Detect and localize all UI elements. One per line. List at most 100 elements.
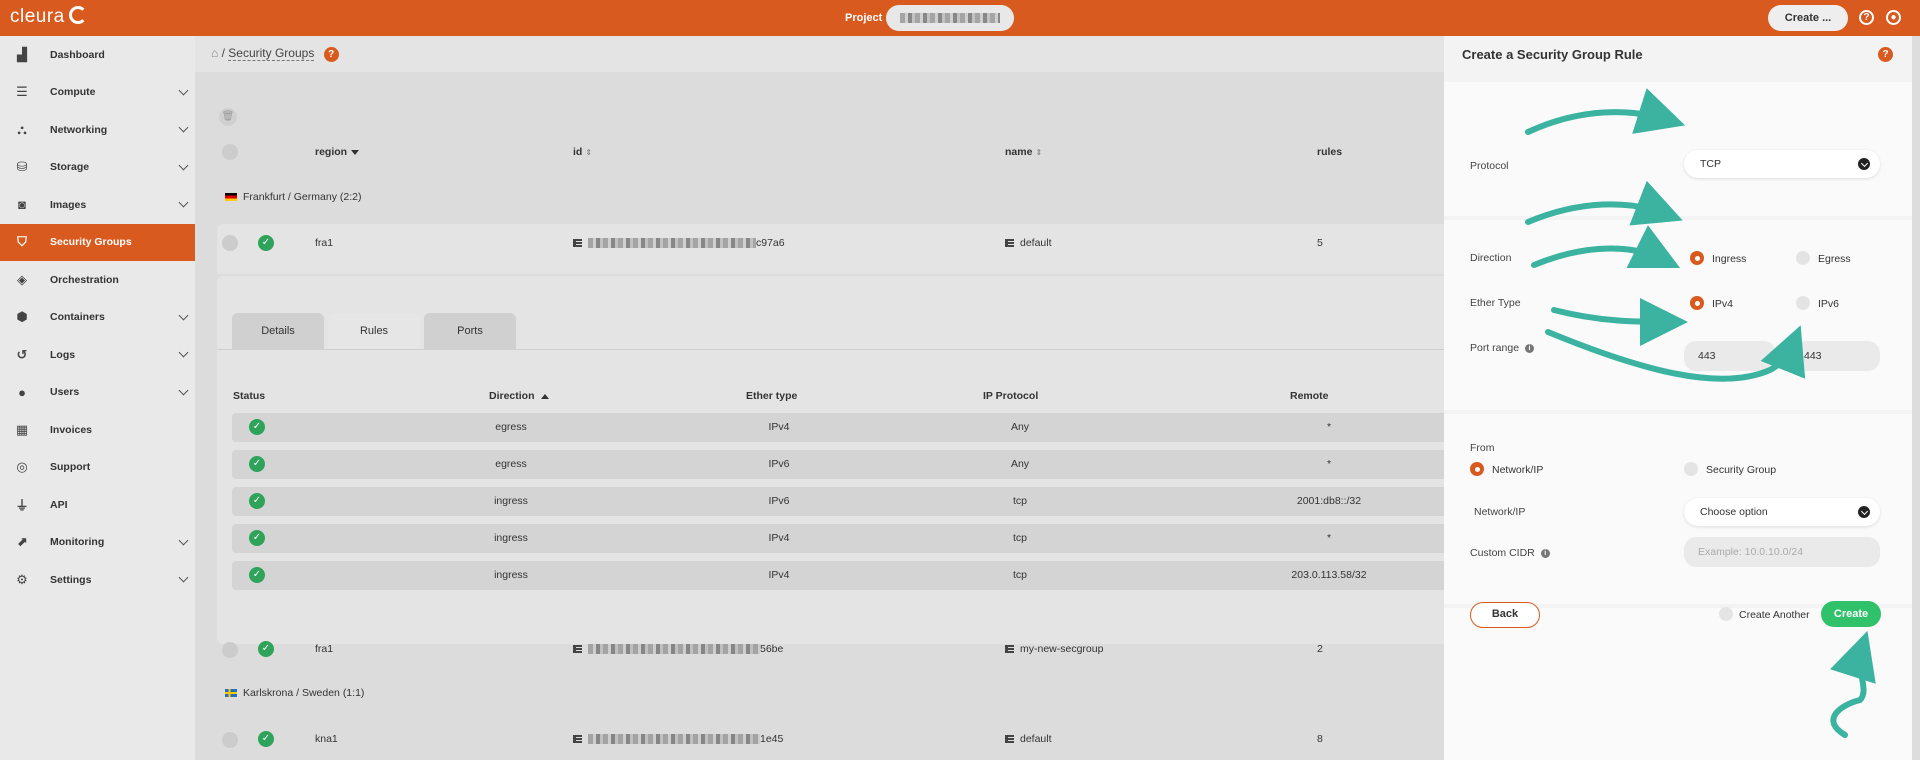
sidebar-item-security-groups[interactable]: ⛉ Security Groups [0,223,195,261]
group-header-frankfurt[interactable]: Frankfurt / Germany (2:2) [225,191,361,203]
sidebar-item-label: Networking [50,123,108,136]
create-another-label[interactable]: Create Another [1739,609,1810,621]
user-icon[interactable]: ● [1886,10,1901,25]
chevron-down-icon[interactable] [178,385,189,395]
plug-icon: ⏚ [15,498,29,514]
sidebar-item-invoices[interactable]: ▦ Invoices [0,411,195,449]
ether-ipv4-label[interactable]: IPv4 [1712,298,1733,310]
panel-scrollbar[interactable] [1912,36,1920,760]
row-id[interactable]: 1e45 [573,733,783,745]
ether-ipv6-label[interactable]: IPv6 [1818,298,1839,310]
from-security-group-label[interactable]: Security Group [1706,464,1776,476]
direction-egress-radio[interactable] [1796,251,1810,265]
help-icon[interactable]: ? [1878,47,1893,62]
rule-ip-protocol: Any [1010,421,1030,433]
row-select-checkbox[interactable] [222,235,238,251]
column-header-region[interactable]: region [315,146,360,158]
chevron-down-icon[interactable] [178,347,189,358]
cleura-logo[interactable]: cleura [10,6,87,28]
direction-ingress-label[interactable]: Ingress [1712,253,1746,265]
sidebar-item-orchestration[interactable]: ◈ Orchestration [0,261,195,299]
row-name[interactable]: default [1005,237,1052,249]
rule-row[interactable] [232,450,1452,479]
chevron-down-icon[interactable] [178,572,189,583]
sidebar-item-settings[interactable]: ⚙ Settings [0,561,195,599]
info-icon[interactable]: i [1525,343,1535,353]
tab-details[interactable]: Details [232,313,324,349]
column-header-rules[interactable]: rules [1317,146,1342,158]
home-icon[interactable]: ⌂ [211,46,218,60]
page-title[interactable]: Security Groups [228,46,315,61]
breadcrumb: ⌂ / Security Groups ? [211,46,339,62]
direction-section: Direction Ingress Egress Ether Type IPv4… [1444,220,1912,410]
create-button[interactable]: Create [1821,601,1881,627]
divider [217,349,1457,350]
ether-ipv6-radio[interactable] [1796,296,1810,310]
row-id[interactable]: c97a6 [573,237,785,249]
from-network-radio[interactable] [1470,462,1484,476]
sidebar-item-users[interactable]: ● Users [0,374,195,412]
sidebar-item-images[interactable]: ◙ Images [0,186,195,224]
create-menu-button[interactable]: Create ... [1768,5,1848,31]
sidebar-item-storage[interactable]: ⛁ Storage [0,149,195,187]
row-name[interactable]: my-new-secgroup [1005,643,1103,655]
sidebar-item-networking[interactable]: ⛬ Networking [0,111,195,149]
from-network-label[interactable]: Network/IP [1492,464,1543,476]
port-to-input[interactable]: 443 [1790,341,1880,371]
row-name[interactable]: default [1005,733,1052,745]
tab-rules[interactable]: Rules [328,313,420,349]
rules-header-direction[interactable]: Direction [489,390,549,402]
sidebar-item-containers[interactable]: ⬢ Containers [0,299,195,337]
row-id[interactable]: 56be [573,643,783,655]
rule-row[interactable] [232,413,1452,442]
direction-egress-label[interactable]: Egress [1818,253,1851,265]
from-security-group-radio[interactable] [1684,462,1698,476]
chevron-down-icon[interactable] [178,310,189,320]
protocol-select[interactable]: TCP [1684,150,1880,178]
direction-ingress-radio[interactable] [1690,251,1704,265]
back-button[interactable]: Back [1470,602,1540,628]
sidebar-item-label: Users [50,386,80,399]
delete-icon[interactable]: 🗑 [219,108,237,126]
rule-row[interactable] [232,561,1452,590]
network-ip-select[interactable]: Choose option [1684,498,1880,526]
custom-cidr-input[interactable]: Example: 10.0.10.0/24 [1684,537,1880,567]
tab-ports[interactable]: Ports [424,313,516,349]
row-select-checkbox[interactable] [222,642,238,658]
row-rules-count: 8 [1317,733,1323,745]
rule-row[interactable] [232,487,1452,516]
from-label: From [1470,442,1495,454]
chevron-down-icon[interactable] [178,122,189,133]
ether-ipv4-radio[interactable] [1690,296,1704,310]
group-header-karlskrona[interactable]: Karlskrona / Sweden (1:1) [225,687,364,699]
chevron-down-icon[interactable] [178,160,189,170]
help-icon[interactable]: ? [323,47,339,62]
help-icon[interactable]: ? [1859,10,1874,25]
column-header-id[interactable]: id ⇕ [573,146,592,158]
sidebar-item-logs[interactable]: ↺ Logs [0,336,195,374]
create-another-checkbox[interactable] [1719,607,1733,621]
port-from-input[interactable]: 443 [1684,341,1776,371]
sidebar-item-api[interactable]: ⏚ API [0,486,195,524]
sidebar-item-monitoring[interactable]: ⬈ Monitoring [0,524,195,562]
rule-row[interactable] [232,524,1452,553]
table-row[interactable] [217,224,1457,274]
info-icon[interactable]: i [1540,548,1550,558]
sidebar-item-compute[interactable]: ☰ Compute [0,74,195,112]
chevron-down-icon[interactable] [178,85,189,95]
sidebar-item-label: Support [50,461,91,474]
row-select-checkbox[interactable] [222,732,238,748]
column-header-name[interactable]: name ⇕ [1005,146,1042,158]
main-content: ⌂ / Security Groups ? 🗑 region id ⇕ name ⇕… [195,36,1457,760]
status-ok-icon: ✓ [249,493,265,509]
select-all-checkbox[interactable] [222,144,238,160]
id-icon [573,645,582,654]
sidebar-item-support[interactable]: ◎ Support [0,449,195,487]
sweden-flag-icon [225,689,237,698]
sidebar-item-dashboard[interactable]: ▟ Dashboard [0,36,195,74]
user-icon: ● [18,384,26,400]
project-selector[interactable] [886,5,1014,31]
chevron-down-icon[interactable] [178,535,189,545]
chevron-down-icon[interactable] [178,197,189,208]
sidebar-item-label: Settings [50,573,92,586]
